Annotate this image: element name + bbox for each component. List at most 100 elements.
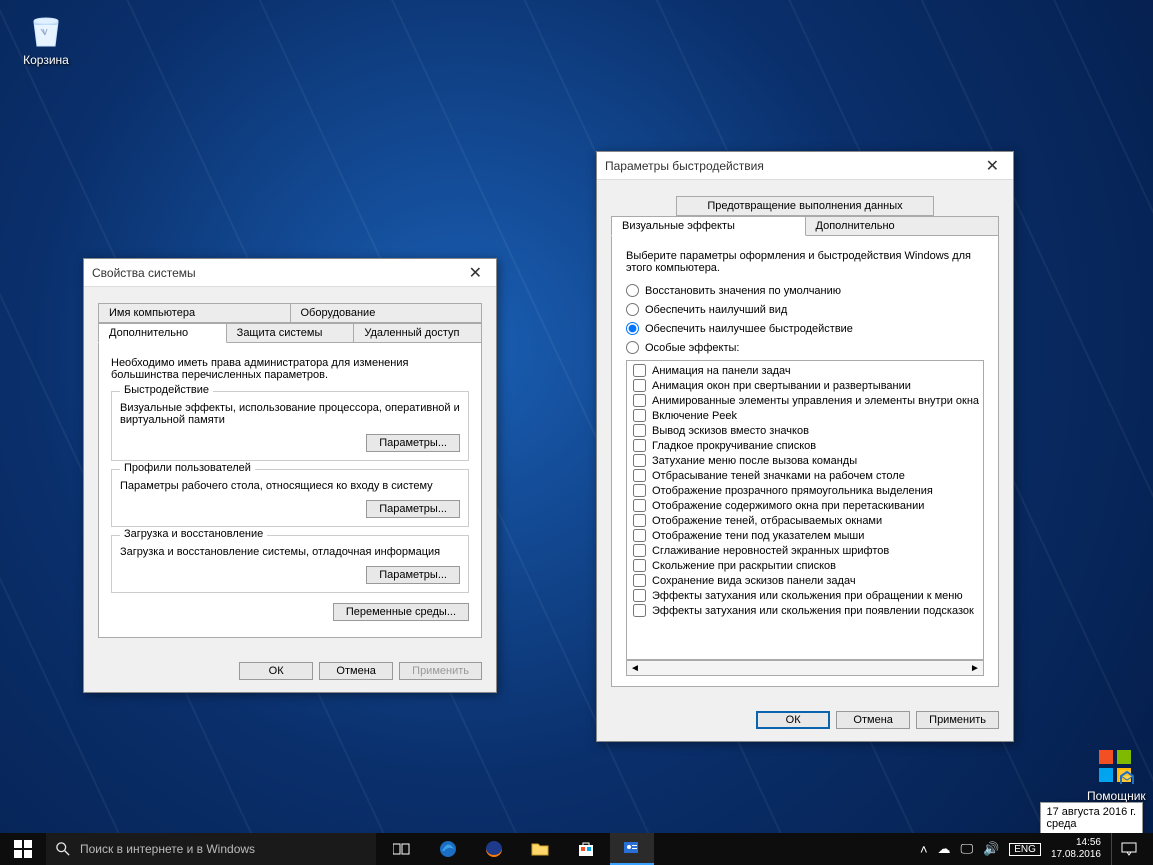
profiles-group-title: Профили пользователей bbox=[120, 462, 255, 474]
ok-button[interactable]: ОК bbox=[756, 711, 830, 729]
tab-advanced-perf[interactable]: Дополнительно bbox=[806, 216, 1000, 236]
effect-checkbox[interactable] bbox=[633, 544, 646, 557]
search-icon bbox=[56, 842, 70, 856]
performance-settings-button[interactable]: Параметры... bbox=[366, 434, 460, 452]
effect-checkbox[interactable] bbox=[633, 499, 646, 512]
system-properties-titlebar[interactable]: Свойства системы ✕ bbox=[84, 259, 496, 287]
profiles-group-desc: Параметры рабочего стола, относящиеся ко… bbox=[120, 480, 460, 492]
profiles-settings-button[interactable]: Параметры... bbox=[366, 500, 460, 518]
search-placeholder: Поиск в интернете и в Windows bbox=[80, 842, 255, 856]
store-icon bbox=[578, 841, 594, 857]
ok-button[interactable]: ОК bbox=[239, 662, 313, 680]
dialog-taskbar-button[interactable] bbox=[610, 833, 654, 865]
tray-volume-icon[interactable]: 🔊 bbox=[983, 841, 999, 857]
effect-checkbox[interactable] bbox=[633, 604, 646, 617]
effect-item[interactable]: Сглаживание неровностей экранных шрифтов bbox=[629, 543, 981, 558]
apply-button[interactable]: Применить bbox=[916, 711, 999, 729]
performance-options-titlebar[interactable]: Параметры быстродействия ✕ bbox=[597, 152, 1013, 180]
apply-button[interactable]: Применить bbox=[399, 662, 482, 680]
effect-checkbox[interactable] bbox=[633, 394, 646, 407]
effect-item[interactable]: Отображение тени под указателем мыши bbox=[629, 528, 981, 543]
scroll-left-icon[interactable]: ◄ bbox=[627, 663, 643, 674]
effect-checkbox[interactable] bbox=[633, 469, 646, 482]
task-view-button[interactable] bbox=[380, 833, 424, 865]
effect-item[interactable]: Включение Peek bbox=[629, 408, 981, 423]
effect-item[interactable]: Эффекты затухания или скольжения при обр… bbox=[629, 588, 981, 603]
effect-item[interactable]: Отображение прозрачного прямоугольника в… bbox=[629, 483, 981, 498]
action-center-button[interactable] bbox=[1111, 833, 1145, 865]
effect-item[interactable]: Отображение теней, отбрасываемых окнами bbox=[629, 513, 981, 528]
effect-checkbox[interactable] bbox=[633, 424, 646, 437]
effect-item[interactable]: Затухание меню после вызова команды bbox=[629, 453, 981, 468]
effect-checkbox[interactable] bbox=[633, 529, 646, 542]
effect-label: Затухание меню после вызова команды bbox=[652, 455, 857, 467]
firefox-button[interactable] bbox=[472, 833, 516, 865]
system-properties-window: Свойства системы ✕ Имя компьютераОборудо… bbox=[83, 258, 497, 693]
startup-settings-button[interactable]: Параметры... bbox=[366, 566, 460, 584]
tab-computer-name[interactable]: Имя компьютера bbox=[98, 303, 291, 323]
effect-checkbox[interactable] bbox=[633, 454, 646, 467]
firefox-icon bbox=[485, 840, 503, 858]
scroll-right-icon[interactable]: ► bbox=[967, 663, 983, 674]
effect-item[interactable]: Эффекты затухания или скольжения при поя… bbox=[629, 603, 981, 618]
tab-remote[interactable]: Удаленный доступ bbox=[354, 323, 482, 343]
date-tooltip: 17 августа 2016 г. среда bbox=[1040, 802, 1143, 834]
taskbar-clock[interactable]: 14:56 17.08.2016 bbox=[1051, 837, 1101, 861]
edge-button[interactable] bbox=[426, 833, 470, 865]
effect-checkbox[interactable] bbox=[633, 409, 646, 422]
effect-checkbox[interactable] bbox=[633, 439, 646, 452]
effect-label: Анимированные элементы управления и элем… bbox=[652, 395, 979, 407]
effect-item[interactable]: Анимированные элементы управления и элем… bbox=[629, 393, 981, 408]
effect-item[interactable]: Отбрасывание теней значками на рабочем с… bbox=[629, 468, 981, 483]
effect-checkbox[interactable] bbox=[633, 364, 646, 377]
tab-advanced[interactable]: Дополнительно bbox=[98, 323, 227, 343]
cancel-button[interactable]: Отмена bbox=[836, 711, 910, 729]
cancel-button[interactable]: Отмена bbox=[319, 662, 393, 680]
effect-checkbox[interactable] bbox=[633, 514, 646, 527]
effect-checkbox[interactable] bbox=[633, 484, 646, 497]
effect-item[interactable]: Анимация окон при свертывании и разверты… bbox=[629, 378, 981, 393]
control-panel-icon bbox=[623, 840, 641, 856]
close-icon[interactable]: ✕ bbox=[463, 263, 488, 283]
helper-shortcut[interactable]: Помощник bbox=[1087, 746, 1143, 803]
tab-hardware[interactable]: Оборудование bbox=[291, 303, 483, 323]
effect-checkbox[interactable] bbox=[633, 559, 646, 572]
action-center-icon bbox=[1121, 841, 1137, 857]
radio-restore-defaults[interactable]: Восстановить значения по умолчанию bbox=[626, 284, 984, 297]
tray-chevron-up-icon[interactable]: ˄ bbox=[920, 842, 928, 857]
radio-best-appearance[interactable]: Обеспечить наилучший вид bbox=[626, 303, 984, 316]
effect-checkbox[interactable] bbox=[633, 574, 646, 587]
radio-custom[interactable]: Особые эффекты: bbox=[626, 341, 984, 354]
taskbar-search[interactable]: Поиск в интернете и в Windows bbox=[46, 833, 376, 865]
effects-hscrollbar[interactable]: ◄ ► bbox=[626, 660, 984, 676]
tab-system-protection[interactable]: Защита системы bbox=[227, 323, 355, 343]
effect-label: Включение Peek bbox=[652, 410, 737, 422]
effect-checkbox[interactable] bbox=[633, 379, 646, 392]
effect-checkbox[interactable] bbox=[633, 589, 646, 602]
folder-icon bbox=[531, 841, 549, 857]
start-button[interactable] bbox=[0, 833, 46, 865]
effect-item[interactable]: Гладкое прокручивание списков bbox=[629, 438, 981, 453]
store-button[interactable] bbox=[564, 833, 608, 865]
radio-best-performance[interactable]: Обеспечить наилучшее быстродействие bbox=[626, 322, 984, 335]
effect-item[interactable]: Отображение содержимого окна при перетас… bbox=[629, 498, 981, 513]
effect-item[interactable]: Скольжение при раскрытии списков bbox=[629, 558, 981, 573]
tray-onedrive-icon[interactable]: ☁ bbox=[938, 841, 951, 857]
effect-item[interactable]: Сохранение вида эскизов панели задач bbox=[629, 573, 981, 588]
effects-listbox[interactable]: Анимация на панели задачАнимация окон пр… bbox=[626, 360, 984, 660]
close-icon[interactable]: ✕ bbox=[980, 156, 1005, 176]
language-indicator[interactable]: ENG bbox=[1009, 843, 1041, 856]
explorer-button[interactable] bbox=[518, 833, 562, 865]
performance-options-title: Параметры быстродействия bbox=[605, 159, 764, 173]
recycle-bin[interactable]: Корзина bbox=[18, 10, 74, 67]
tab-dep[interactable]: Предотвращение выполнения данных bbox=[676, 196, 933, 216]
tab-visual-effects[interactable]: Визуальные эффекты bbox=[611, 216, 806, 236]
effect-item[interactable]: Вывод эскизов вместо значков bbox=[629, 423, 981, 438]
recycle-bin-label: Корзина bbox=[23, 53, 69, 67]
tray-monitor-icon[interactable]: 🖵 bbox=[961, 841, 974, 857]
environment-variables-button[interactable]: Переменные среды... bbox=[333, 603, 469, 621]
effect-label: Эффекты затухания или скольжения при обр… bbox=[652, 590, 963, 602]
system-tray: ˄ ☁ 🖵 🔊 ENG 14:56 17.08.2016 bbox=[912, 833, 1153, 865]
effect-label: Гладкое прокручивание списков bbox=[652, 440, 816, 452]
effect-item[interactable]: Анимация на панели задач bbox=[629, 363, 981, 378]
